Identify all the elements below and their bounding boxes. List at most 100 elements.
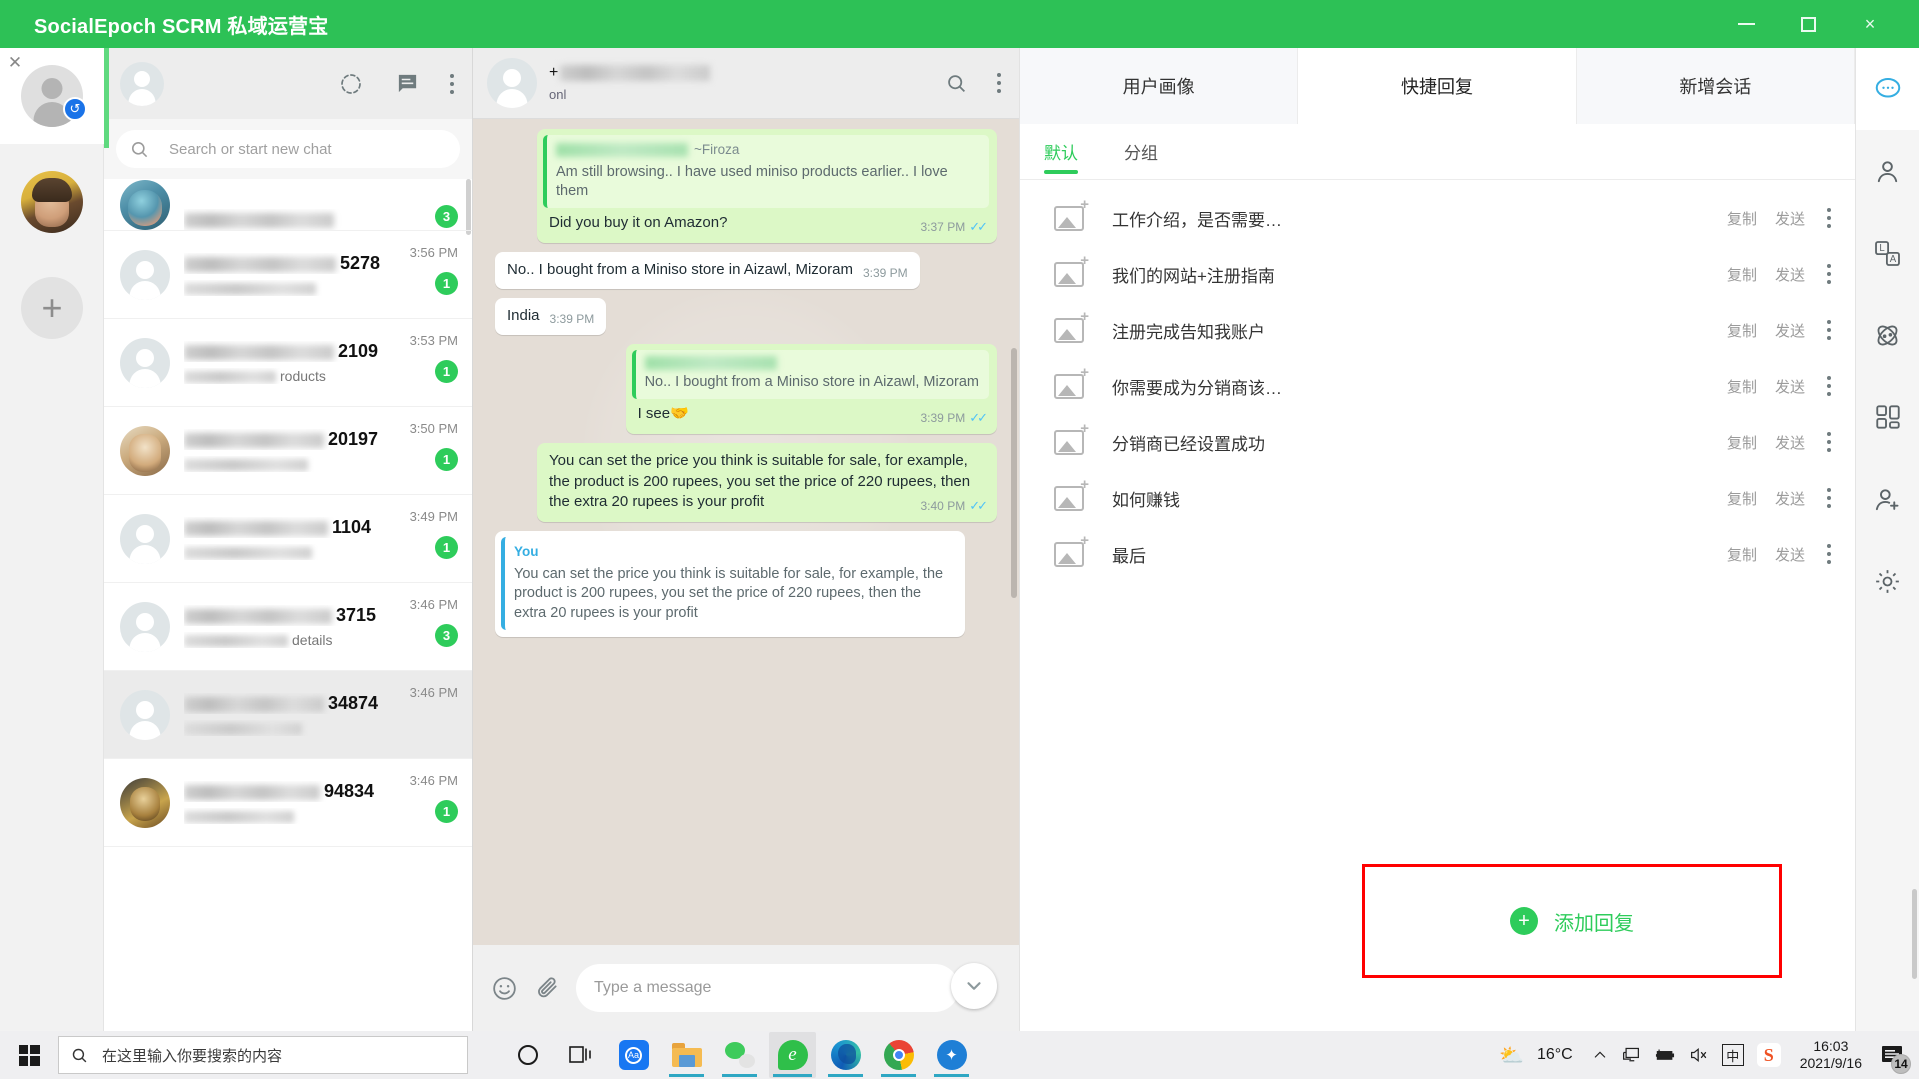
copy-button[interactable]: 复制	[1727, 376, 1757, 397]
chat-list-menu-icon[interactable]	[450, 73, 454, 94]
chat-list-item[interactable]: 20197 3:50 PM 1	[104, 407, 472, 495]
clock[interactable]: 16:03 2021/9/16	[1800, 1038, 1862, 1073]
scroll-to-bottom-button[interactable]	[951, 963, 997, 1009]
attach-icon[interactable]	[534, 975, 560, 1001]
message-bubble[interactable]: You You can set the price you think is su…	[495, 531, 965, 638]
translate-app-icon[interactable]: Aa	[610, 1032, 657, 1078]
message-bubble[interactable]: No.. I bought from a Miniso store in Aiz…	[495, 252, 920, 289]
maximize-button[interactable]	[1777, 0, 1839, 48]
add-account-slot[interactable]: +	[0, 260, 104, 356]
blue-app-icon[interactable]: ✦	[928, 1032, 975, 1078]
cortana-icon[interactable]	[504, 1032, 551, 1078]
chat-list-item[interactable]: 2109 roducts 3:53 PM 1	[104, 319, 472, 407]
my-avatar[interactable]	[120, 61, 164, 106]
status-icon[interactable]	[338, 71, 364, 97]
copy-button[interactable]: 复制	[1727, 432, 1757, 453]
right-panel-tab[interactable]: 新增会话	[1576, 48, 1855, 124]
message-list[interactable]: ~Firoza Am still browsing.. I have used m…	[473, 119, 1019, 843]
ime-icon[interactable]: 中	[1721, 1044, 1744, 1066]
add-contact-icon[interactable]	[1856, 458, 1919, 540]
send-button[interactable]: 发送	[1775, 488, 1805, 509]
right-panel-tab[interactable]: 快捷回复	[1298, 48, 1577, 124]
plugin-icon[interactable]	[1856, 294, 1919, 376]
right-panel-subtab[interactable]: 默认	[1044, 124, 1078, 180]
settings-gear-icon[interactable]	[1856, 540, 1919, 622]
add-account-icon[interactable]: +	[21, 277, 83, 339]
search-input[interactable]: Search or start new chat	[116, 130, 460, 168]
new-chat-icon[interactable]	[394, 71, 420, 97]
emoji-icon[interactable]	[491, 975, 518, 1002]
apps-grid-icon[interactable]	[1856, 376, 1919, 458]
send-button[interactable]: 发送	[1775, 544, 1805, 565]
copy-button[interactable]: 复制	[1727, 488, 1757, 509]
volume-muted-icon[interactable]	[1689, 1046, 1709, 1064]
send-button[interactable]: 发送	[1775, 432, 1805, 453]
chat-list-item[interactable]: 34874 3:46 PM	[104, 671, 472, 759]
quick-reply-menu-icon[interactable]	[1827, 432, 1831, 452]
send-button[interactable]: 发送	[1775, 320, 1805, 341]
quick-reply-item[interactable]: 你需要成为分销商该… 复制发送	[1020, 358, 1855, 414]
quick-reply-item[interactable]: 我们的网站+注册指南 复制发送	[1020, 246, 1855, 302]
send-button[interactable]: 发送	[1775, 376, 1805, 397]
conversation-menu-icon[interactable]	[997, 73, 1001, 93]
message-bubble[interactable]: No.. I bought from a Miniso store in Aiz…	[625, 343, 997, 434]
quick-reply-menu-icon[interactable]	[1827, 320, 1831, 340]
copy-button[interactable]: 复制	[1727, 544, 1757, 565]
message-input[interactable]: Type a message	[576, 964, 959, 1012]
chat-bubble-icon[interactable]	[1856, 48, 1919, 130]
quick-reply-item[interactable]: 工作介绍，是否需要… 复制发送	[1020, 190, 1855, 246]
profile-slot[interactable]	[0, 154, 104, 250]
right-panel-subtab[interactable]: 分组	[1124, 124, 1158, 180]
sync-badge-icon[interactable]: ↺	[63, 97, 87, 121]
add-reply-button[interactable]: + 添加回复	[1362, 864, 1782, 978]
conversation-search-icon[interactable]	[943, 70, 969, 96]
quick-reply-menu-icon[interactable]	[1827, 208, 1831, 228]
temperature-label[interactable]: 16°C	[1537, 1046, 1573, 1064]
copy-button[interactable]: 复制	[1727, 264, 1757, 285]
icon-rail-scrollbar[interactable]	[1912, 889, 1917, 979]
chat-list-item[interactable]: 5278 3:56 PM 1	[104, 231, 472, 319]
quick-reply-menu-icon[interactable]	[1827, 488, 1831, 508]
send-button[interactable]: 发送	[1775, 264, 1805, 285]
weather-icon[interactable]: ⛅	[1499, 1043, 1524, 1068]
quick-reply-item[interactable]: 如何赚钱 复制发送	[1020, 470, 1855, 526]
contact-icon[interactable]	[1856, 130, 1919, 212]
message-bubble[interactable]: India 3:39 PM	[495, 297, 607, 335]
message-bubble[interactable]: ~Firoza Am still browsing.. I have used m…	[537, 129, 997, 244]
task-view-icon[interactable]	[557, 1032, 604, 1078]
quick-reply-menu-icon[interactable]	[1827, 376, 1831, 396]
close-button[interactable]: ×	[1839, 0, 1901, 48]
notification-center-button[interactable]: 14	[1875, 1038, 1911, 1074]
quick-reply-item[interactable]: 分销商已经设置成功 复制发送	[1020, 414, 1855, 470]
file-explorer-icon[interactable]	[663, 1032, 710, 1078]
edge-icon[interactable]	[822, 1032, 869, 1078]
chrome-icon[interactable]	[875, 1032, 922, 1078]
chat-list-item[interactable]: 3	[104, 179, 472, 231]
chat-item-list[interactable]: 3 5278 3:56 PM 1 2109 roducts 3:53 PM 1 20197 3:5…	[104, 179, 472, 1031]
network-icon[interactable]	[1621, 1046, 1641, 1064]
start-button[interactable]	[0, 1031, 58, 1079]
battery-icon[interactable]	[1654, 1047, 1676, 1063]
scrm-app-icon[interactable]: e	[769, 1032, 816, 1078]
chat-list-item[interactable]: 94834 3:46 PM 1	[104, 759, 472, 847]
quick-reply-item[interactable]: 注册完成告知我账户 复制发送	[1020, 302, 1855, 358]
chat-list-item[interactable]: 3715 details 3:46 PM 3	[104, 583, 472, 671]
copy-button[interactable]: 复制	[1727, 208, 1757, 229]
copy-button[interactable]: 复制	[1727, 320, 1757, 341]
account-slot[interactable]: ✕ ↺	[0, 48, 104, 144]
show-hidden-icons-chevron-icon[interactable]	[1592, 1047, 1608, 1063]
wechat-icon[interactable]	[716, 1032, 763, 1078]
minimize-button[interactable]	[1715, 0, 1777, 48]
conversation-scrollbar[interactable]	[1011, 348, 1017, 598]
profile-avatar[interactable]	[21, 171, 83, 233]
quick-reply-menu-icon[interactable]	[1827, 264, 1831, 284]
right-panel-tab[interactable]: 用户画像	[1020, 48, 1299, 124]
sogou-icon[interactable]: S	[1756, 1043, 1781, 1067]
quick-reply-item[interactable]: 最后 复制发送	[1020, 526, 1855, 582]
send-button[interactable]: 发送	[1775, 208, 1805, 229]
contact-avatar[interactable]	[487, 58, 537, 108]
message-bubble[interactable]: You can set the price you think is suita…	[537, 442, 997, 523]
quick-reply-menu-icon[interactable]	[1827, 544, 1831, 564]
chat-list-item[interactable]: 1104 3:49 PM 1	[104, 495, 472, 583]
translate-icon[interactable]: LA	[1856, 212, 1919, 294]
